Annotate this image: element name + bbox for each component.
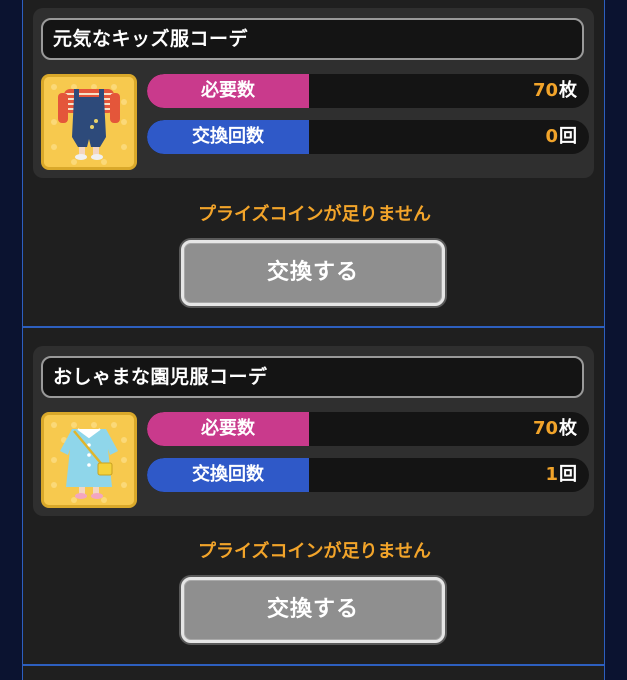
exchange-item-1: 元気なキッズ服コーデ 必要数 70枚 交換回数 0回 プライズコインが足りません… bbox=[22, 0, 605, 327]
item-card: おしゃまな園児服コーデ 必要数 70枚 交換回数 1回 bbox=[33, 346, 594, 516]
kindergarten-outfit-smock-icon bbox=[41, 412, 137, 508]
exchange-count-label: 交換回数 bbox=[147, 458, 309, 492]
exchange-button[interactable]: 交換する bbox=[181, 577, 445, 643]
required-count-row: 必要数 70枚 bbox=[147, 412, 589, 446]
required-count-label: 必要数 bbox=[147, 74, 309, 108]
exchange-count-row: 交換回数 1回 bbox=[147, 458, 589, 492]
exchange-item-2: おしゃまな園児服コーデ 必要数 70枚 交換回数 1回 プライズコインが足りませ… bbox=[22, 328, 605, 680]
required-count-row: 必要数 70枚 bbox=[147, 74, 589, 108]
required-count-value: 70枚 bbox=[532, 80, 577, 101]
required-count-value: 70枚 bbox=[532, 418, 577, 439]
kids-outfit-overalls-icon bbox=[41, 74, 137, 170]
insufficient-coins-warning: プライズコインが足りません bbox=[198, 204, 431, 225]
item-title: おしゃまな園児服コーデ bbox=[41, 356, 584, 398]
exchange-count-row: 交換回数 0回 bbox=[147, 120, 589, 154]
exchange-button[interactable]: 交換する bbox=[181, 240, 445, 306]
divider bbox=[22, 664, 605, 666]
item-title: 元気なキッズ服コーデ bbox=[41, 18, 584, 60]
item-card: 元気なキッズ服コーデ 必要数 70枚 交換回数 0回 bbox=[33, 8, 594, 178]
exchange-count-value: 1回 bbox=[545, 464, 577, 485]
exchange-count-value: 0回 bbox=[545, 126, 577, 147]
insufficient-coins-warning: プライズコインが足りません bbox=[198, 541, 431, 562]
required-count-label: 必要数 bbox=[147, 412, 309, 446]
exchange-count-label: 交換回数 bbox=[147, 120, 309, 154]
exchange-list: 元気なキッズ服コーデ 必要数 70枚 交換回数 0回 プライズコインが足りません… bbox=[0, 0, 627, 680]
